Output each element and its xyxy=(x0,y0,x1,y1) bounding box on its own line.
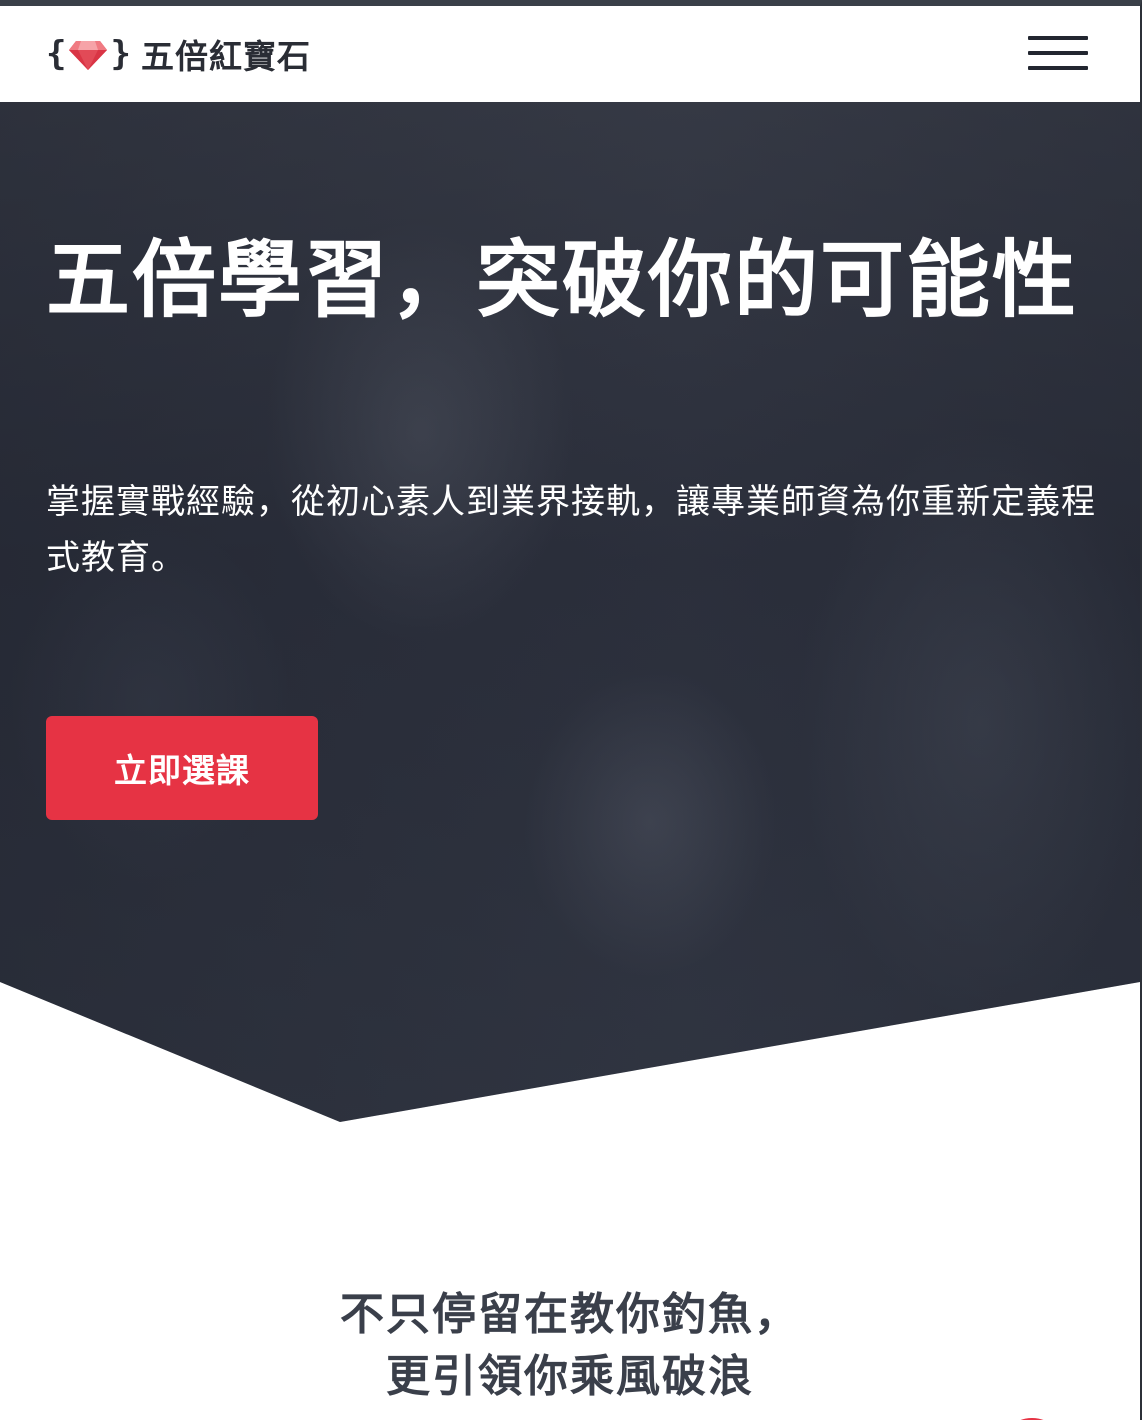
menu-bar-top xyxy=(1028,36,1088,40)
intro-heading-line-1: 不只停留在教你釣魚， xyxy=(340,1289,800,1340)
hero-section: 五倍學習，突破你的可能性 掌握實戰經驗，從初心素人到業界接軌，讓專業師資為你重新… xyxy=(0,102,1140,1122)
menu-bar-bottom xyxy=(1028,66,1088,70)
menu-bar-middle xyxy=(1028,51,1088,55)
page-frame: { } 五倍紅寶石 五倍學習，突破你的可能性 掌握實戰經驗，從初心素人到業界接軌… xyxy=(0,0,1142,1420)
choose-course-button[interactable]: 立即選課 xyxy=(46,716,318,820)
hamburger-menu-icon[interactable] xyxy=(1028,34,1090,74)
logo-left-brace: { xyxy=(46,34,67,74)
site-logo-link[interactable]: { } 五倍紅寶石 xyxy=(46,30,311,78)
logo-right-brace: } xyxy=(110,34,131,74)
site-header: { } 五倍紅寶石 xyxy=(0,6,1140,102)
intro-heading-line-2: 更引領你乘風破浪 xyxy=(386,1351,754,1402)
ruby-gem-icon xyxy=(69,41,108,70)
intro-heading: 不只停留在教你釣魚， 更引領你乘風破浪 xyxy=(0,1284,1140,1408)
hero-title: 五倍學習，突破你的可能性 xyxy=(46,231,1079,329)
hero-subtitle: 掌握實戰經驗，從初心素人到業界接軌，讓專業師資為你重新定義程式教育。 xyxy=(46,482,1096,578)
logo-text: 五倍紅寶石 xyxy=(140,37,311,76)
